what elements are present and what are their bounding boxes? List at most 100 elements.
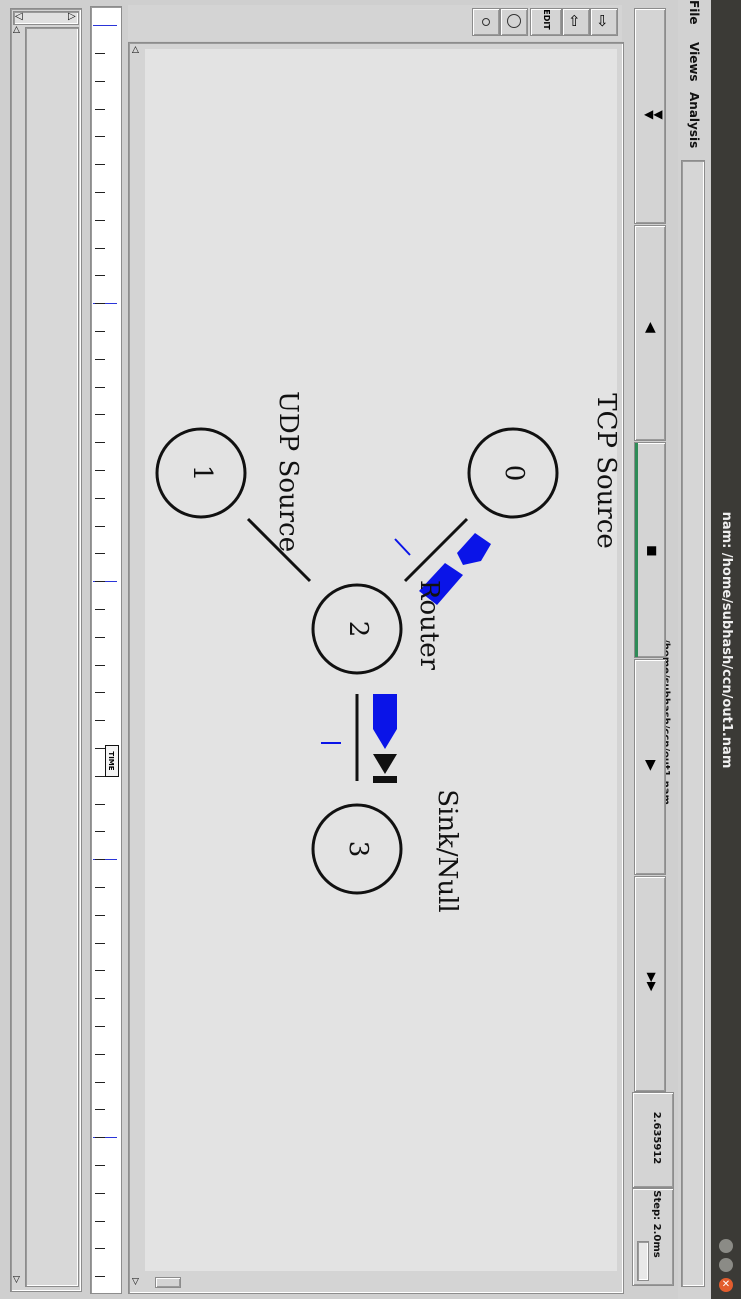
node-3-label: Sink/Null <box>432 789 462 913</box>
menu-views[interactable]: Views <box>686 42 702 92</box>
zoom-out-icon: ⇧ <box>568 12 581 30</box>
play-forward-button[interactable]: ▼ <box>634 659 666 875</box>
menu-separator-bar <box>681 160 705 1287</box>
fast-forward-icon: ▶▶ <box>645 972 660 992</box>
stop-button[interactable]: ■ <box>634 442 666 658</box>
window-titlebar: nam: /home/subhash/ccn/out1.nam <box>711 0 741 1299</box>
minimize-icon[interactable] <box>719 1239 733 1253</box>
step-label: Step: 2.0ms <box>651 1190 662 1258</box>
ack-packet-1 <box>394 538 411 556</box>
slider-left-icon: ◁ <box>15 11 23 22</box>
maximize-icon[interactable] <box>719 1258 733 1272</box>
timeline-tick <box>95 81 105 82</box>
slider-right-icon: ▷ <box>68 11 76 22</box>
node-1-label: UDP Source <box>273 391 303 553</box>
timeline-tick <box>95 470 105 471</box>
canvas-horizontal-scrollbar[interactable] <box>143 1275 621 1289</box>
timeline-tick <box>95 1109 105 1110</box>
stop-icon: ■ <box>646 543 658 557</box>
queue-marker <box>373 776 397 783</box>
timeline-tick <box>95 943 105 944</box>
menu-file[interactable]: File <box>686 0 702 46</box>
timeline-tick <box>95 1221 105 1222</box>
timeline-tick <box>95 136 105 137</box>
zoom-out-button[interactable]: ⇧ <box>562 8 590 36</box>
fast-forward-button[interactable]: ▶▶ <box>634 876 666 1092</box>
left-scroll-up-icon: △ <box>13 25 20 35</box>
packet-2-3 <box>373 694 397 749</box>
horizontal-scroll-thumb[interactable] <box>155 1277 181 1288</box>
timeline-tick <box>95 109 105 110</box>
time-marker-label: TIME <box>107 751 115 771</box>
timeline-tick <box>95 414 105 415</box>
close-icon[interactable]: ✕ <box>719 1278 733 1292</box>
timeline-tick <box>95 1026 105 1027</box>
zoom-in-button[interactable]: ⇩ <box>590 8 618 36</box>
timeline-tick <box>95 776 105 777</box>
time-marker[interactable]: TIME <box>105 745 119 777</box>
timeline-tick <box>95 1248 105 1249</box>
timeline-tick <box>95 970 105 971</box>
rewind-icon: ◀◀ <box>644 107 663 121</box>
step-control[interactable]: Step: 2.0ms <box>632 1188 674 1286</box>
play-back-icon: ▲ <box>645 319 656 335</box>
timeline-tick <box>95 1137 105 1138</box>
timeline-tick <box>95 164 105 165</box>
timeline-tick <box>95 637 105 638</box>
timeline-tick <box>95 665 105 666</box>
timeline-tick <box>95 831 105 832</box>
timeline-tick <box>95 720 105 721</box>
small-node-button[interactable] <box>472 8 500 36</box>
large-node-button[interactable] <box>500 8 528 36</box>
annotation-list[interactable] <box>25 27 79 1287</box>
timeline-tick <box>95 498 105 499</box>
timeline-tick <box>95 609 105 610</box>
timeline-tick <box>95 692 105 693</box>
timeline-tick <box>95 859 105 860</box>
timeline-tick <box>95 275 105 276</box>
timeline-tick <box>95 1054 105 1055</box>
timeline-tick <box>95 748 105 749</box>
timeline-tick <box>95 192 105 193</box>
canvas-vertical-scrollbar[interactable]: △ ▽ <box>131 45 143 1289</box>
time-slider-panel: ◁ ▷ △ ▽ <box>10 8 82 1292</box>
step-slider[interactable] <box>637 1241 649 1281</box>
timeline-tick <box>95 581 105 582</box>
play-back-button[interactable]: ▲ <box>634 225 666 441</box>
rewind-button[interactable]: ◀◀ <box>634 8 666 224</box>
edit-icon: EDIT <box>541 9 551 30</box>
menu-bar: File Views Analysis <box>678 0 710 1299</box>
timeline-tick <box>95 553 105 554</box>
canvas-frame: △ ▽ 0 1 2 3 TCP Source UDP Source Router… <box>128 42 624 1294</box>
menu-analysis[interactable]: Analysis <box>686 92 702 156</box>
timeline-tick <box>95 1193 105 1194</box>
timeline-tick <box>95 359 105 360</box>
scroll-up-icon: △ <box>132 45 139 55</box>
animation-canvas[interactable]: 0 1 2 3 TCP Source UDP Source Router Sin… <box>145 49 621 1271</box>
scroll-down-icon: ▽ <box>132 1277 139 1287</box>
play-forward-icon: ▼ <box>645 757 656 773</box>
left-vertical-scrollbar[interactable]: △ ▽ <box>13 25 23 1287</box>
timeline-tick <box>95 387 105 388</box>
edit-button[interactable]: EDIT <box>530 8 562 36</box>
node-0-id: 0 <box>499 464 529 482</box>
zoom-in-icon: ⇩ <box>596 12 609 30</box>
timeline-tick <box>95 53 105 54</box>
time-display: 2.635912 <box>632 1092 674 1188</box>
current-time: 2.635912 <box>651 1111 662 1165</box>
time-slider-track[interactable]: ◁ ▷ <box>13 11 79 25</box>
timeline-tick <box>95 331 105 332</box>
topology-svg <box>155 427 559 895</box>
timeline-tick <box>95 1082 105 1083</box>
timeline-tick <box>95 1165 105 1166</box>
timeline-tick <box>95 998 105 999</box>
timeline-tick <box>95 442 105 443</box>
node-0-label: TCP Source <box>591 393 621 549</box>
node-2-label: Router <box>414 579 444 671</box>
timeline-tick <box>95 804 105 805</box>
node-1-id: 1 <box>187 464 217 482</box>
timeline-tick <box>95 887 105 888</box>
small-circle-icon <box>482 18 490 26</box>
timeline-panel[interactable]: TIME <box>90 6 122 1294</box>
large-circle-icon <box>507 14 521 28</box>
